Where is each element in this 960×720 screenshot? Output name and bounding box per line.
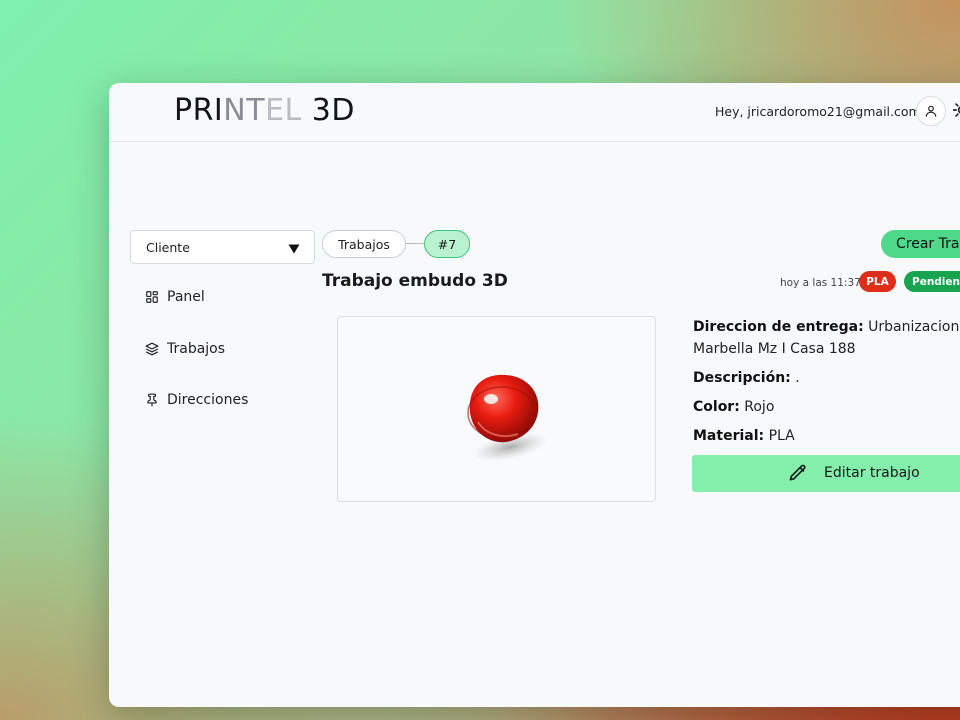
role-select-value: Cliente <box>146 240 190 255</box>
sidebar-item-label: Panel <box>167 289 205 305</box>
edit-job-button[interactable]: Editar trabajo <box>692 455 960 492</box>
material-badge-label: PLA <box>866 275 889 288</box>
role-select[interactable]: Cliente <box>130 230 315 264</box>
user-menu-button[interactable] <box>916 96 946 126</box>
user-icon <box>924 104 938 118</box>
sidebar-item-label: Direcciones <box>167 392 249 408</box>
edit-job-label: Editar trabajo <box>824 465 920 481</box>
user-greeting: Hey, jricardoromo21@gmail.com! <box>715 104 926 119</box>
description-field: Descripción: . <box>693 367 800 389</box>
material-value: PLA <box>768 428 795 444</box>
create-job-label: Crear Tra <box>896 236 960 252</box>
grid-icon <box>145 290 167 304</box>
color-label: Color: <box>693 399 740 415</box>
color-value: Rojo <box>744 399 775 415</box>
sidebar-item-panel[interactable]: Panel <box>145 286 205 308</box>
layers-icon <box>145 342 167 356</box>
address-line2: Marbella Mz I Casa 188 <box>693 341 856 357</box>
material-field: Material: PLA <box>693 425 795 447</box>
breadcrumb-label: #7 <box>437 236 457 252</box>
status-badge: Pendient <box>904 271 960 292</box>
sidebar-item-label: Trabajos <box>167 341 226 357</box>
address-line1: Urbanizacion Vil <box>868 319 960 335</box>
material-label: Material: <box>693 428 765 444</box>
breadcrumb-label: Trabajos <box>338 236 390 252</box>
pin-icon <box>145 393 167 407</box>
logo-part-3: EL <box>265 93 302 128</box>
pencil-icon <box>788 463 808 487</box>
job-title: Trabajo embudo 3D <box>322 271 508 291</box>
app-window: PRINTEL 3D Hey, jricardoromo21@gmail.com… <box>109 83 960 707</box>
breadcrumb-current-job[interactable]: #7 <box>424 230 470 258</box>
theme-toggle-button[interactable] <box>951 99 960 121</box>
sidebar-item-trabajos[interactable]: Trabajos <box>145 338 225 360</box>
sun-icon <box>952 100 960 120</box>
logo-part-2: NT <box>223 93 266 128</box>
sidebar-item-direcciones[interactable]: Direcciones <box>145 389 248 411</box>
material-badge: PLA <box>859 271 896 292</box>
model-preview-image <box>467 374 548 462</box>
description-label: Descripción: <box>693 370 791 386</box>
address-label: Direccion de entrega: <box>693 319 864 335</box>
breadcrumb-connector <box>405 243 425 244</box>
status-badge-label: Pendient <box>912 275 960 288</box>
logo-part-4: 3D <box>301 93 355 128</box>
create-job-button[interactable]: Crear Tra <box>881 230 960 258</box>
breadcrumb-trabajos[interactable]: Trabajos <box>322 230 406 258</box>
caret-down-icon <box>288 240 300 259</box>
address-field: Direccion de entrega: Urbanizacion Vil M… <box>693 316 960 360</box>
app-logo[interactable]: PRINTEL 3D <box>174 93 355 128</box>
top-bar: PRINTEL 3D Hey, jricardoromo21@gmail.com… <box>109 83 960 142</box>
job-timestamp: hoy a las 11:37 <box>780 277 861 289</box>
logo-part-1: PRI <box>174 93 224 128</box>
color-field: Color: Rojo <box>693 396 774 418</box>
description-value: . <box>795 370 800 386</box>
model-preview-card[interactable] <box>337 316 656 502</box>
